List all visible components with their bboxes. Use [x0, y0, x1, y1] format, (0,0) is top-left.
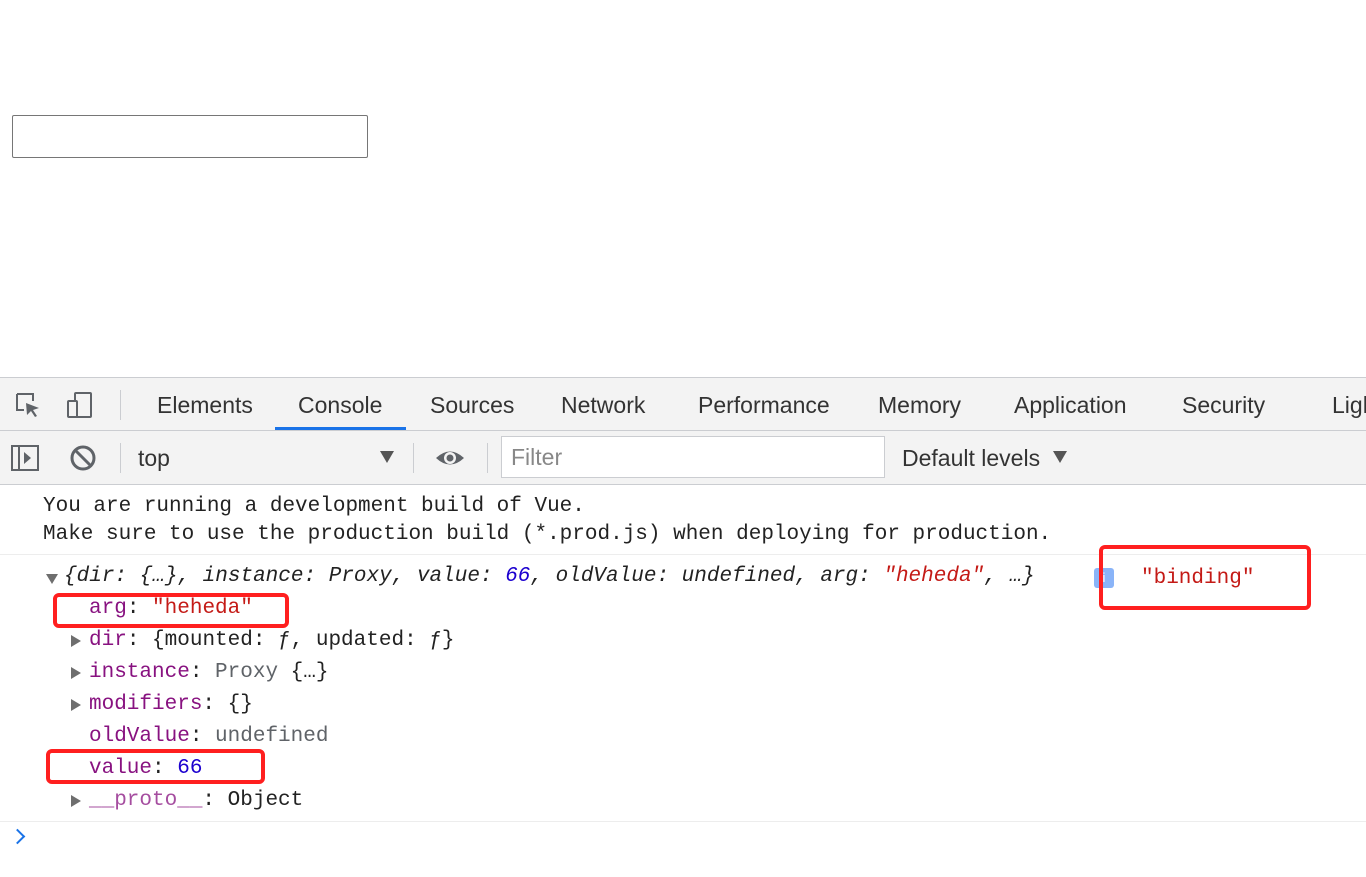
execution-context-select[interactable]: top: [138, 431, 170, 484]
tab-sources[interactable]: Sources: [430, 378, 514, 430]
device-toolbar-icon[interactable]: [66, 390, 96, 420]
tab-elements[interactable]: Elements: [157, 378, 253, 430]
log-levels-dropdown[interactable]: Default levels: [902, 431, 1040, 484]
message-divider: [0, 821, 1366, 822]
expand-triangle-icon[interactable]: [71, 667, 81, 679]
property-oldvalue: oldValue: undefined: [89, 725, 329, 748]
expand-triangle-icon[interactable]: [71, 635, 81, 647]
annotation-box-value: [46, 749, 265, 784]
toolbar-divider: [413, 443, 414, 473]
property-dir[interactable]: dir: {mounted: ƒ, updated: ƒ}: [89, 629, 454, 652]
tab-console[interactable]: Console: [298, 378, 382, 430]
chevron-down-icon[interactable]: [1053, 451, 1067, 463]
page-text-input[interactable]: [12, 115, 368, 158]
tab-security[interactable]: Security: [1182, 378, 1265, 430]
tabbar-divider: [120, 390, 121, 420]
prompt-chevron-icon[interactable]: [9, 828, 26, 845]
object-summary[interactable]: {dir: {…}, instance: Proxy, value: 66, o…: [64, 565, 1035, 588]
devtools-tabbar: Elements Console Sources Network Perform…: [0, 377, 1366, 431]
inspect-element-icon[interactable]: [13, 390, 43, 420]
vue-warning-line-2: Make sure to use the production build (*…: [43, 523, 1052, 546]
tab-performance[interactable]: Performance: [698, 378, 830, 430]
clear-console-icon[interactable]: [68, 443, 98, 473]
annotation-box-arg: [53, 593, 289, 628]
property-instance[interactable]: instance: Proxy {…}: [89, 661, 328, 684]
tab-network[interactable]: Network: [561, 378, 645, 430]
tab-memory[interactable]: Memory: [878, 378, 961, 430]
console-toolbar: top Default levels: [0, 431, 1366, 485]
tab-application[interactable]: Application: [1014, 378, 1127, 430]
chevron-down-icon[interactable]: [380, 451, 394, 463]
show-sidebar-icon[interactable]: [10, 443, 40, 473]
toolbar-divider: [487, 443, 488, 473]
property-modifiers[interactable]: modifiers: {}: [89, 693, 253, 716]
toolbar-divider: [120, 443, 121, 473]
property-proto[interactable]: __proto__: Object: [89, 789, 303, 812]
active-tab-indicator: [275, 427, 406, 430]
expand-triangle-icon[interactable]: [71, 795, 81, 807]
filter-input[interactable]: [501, 436, 885, 478]
vue-warning-line-1: You are running a development build of V…: [43, 495, 585, 518]
tab-lighthouse[interactable]: Ligh: [1332, 378, 1366, 430]
expand-triangle-icon[interactable]: [71, 699, 81, 711]
devtools-panel: Elements Console Sources Network Perform…: [0, 377, 1366, 877]
eye-icon[interactable]: [435, 443, 465, 473]
expand-triangle-icon[interactable]: [46, 574, 58, 584]
annotation-box-binding: [1099, 545, 1311, 610]
